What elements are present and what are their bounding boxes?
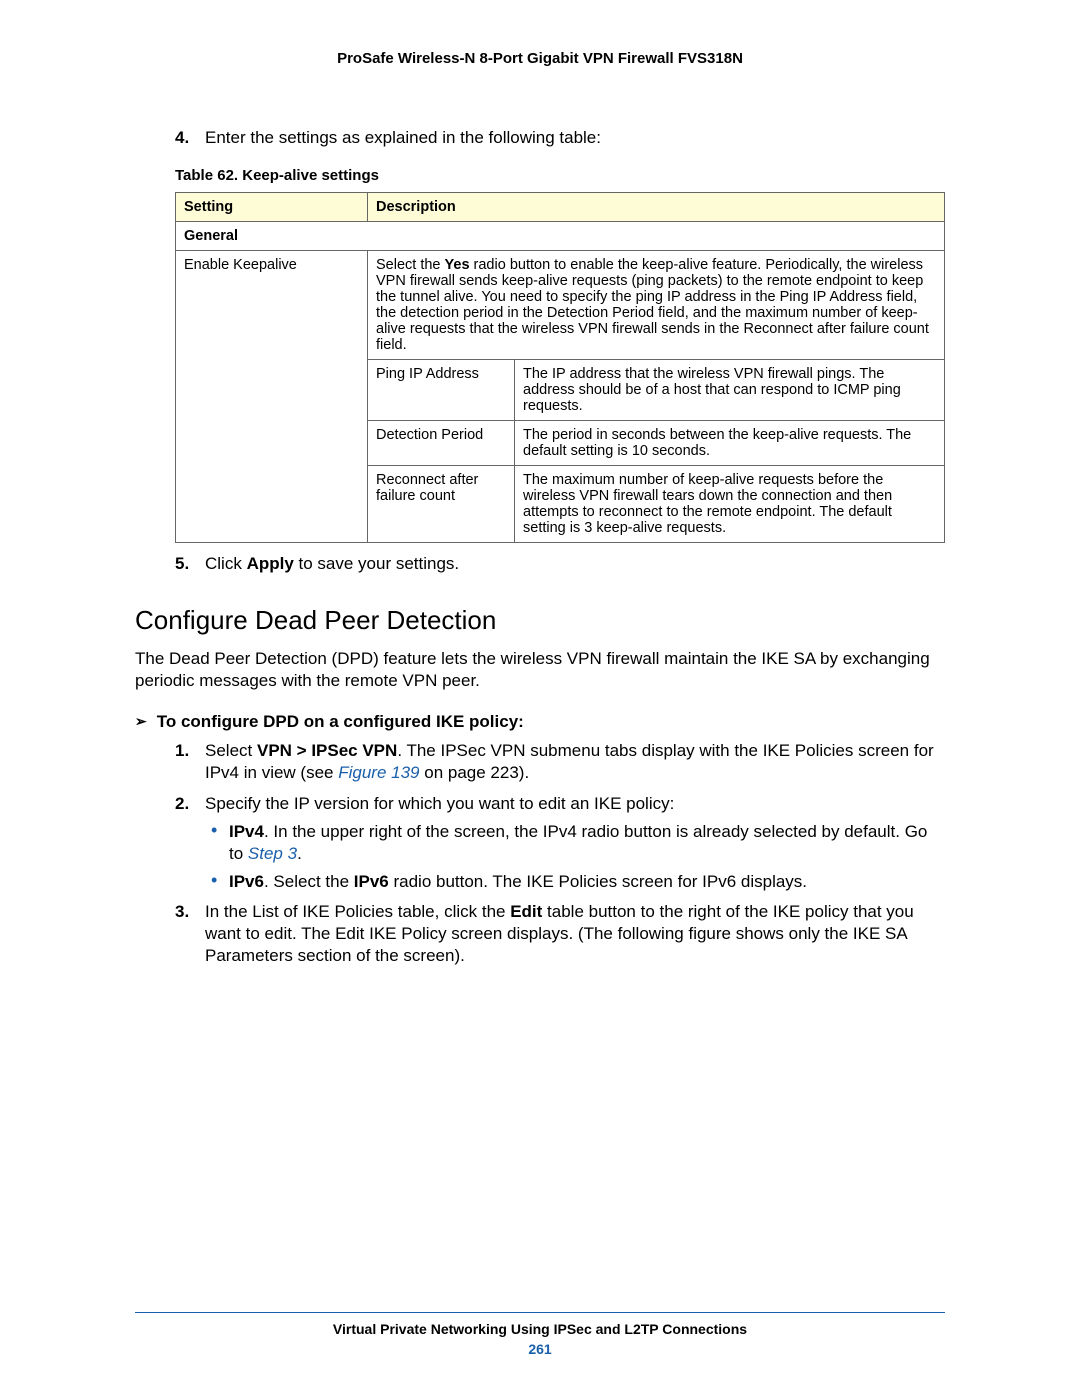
text-fragment: radio button. The IKE Policies screen fo…: [389, 872, 807, 891]
col-description: Description: [368, 193, 945, 222]
text-fragment: on page 223).: [420, 763, 530, 782]
section-heading-dpd: Configure Dead Peer Detection: [135, 605, 945, 636]
proc-step-1: 1. Select VPN > IPSec VPN. The IPSec VPN…: [205, 740, 945, 784]
intro-paragraph: The Dead Peer Detection (DPD) feature le…: [135, 648, 945, 692]
step-number: 5.: [175, 553, 189, 575]
arrow-icon: ➢: [135, 713, 147, 730]
desc-enable-keepalive: Select the Yes radio button to enable th…: [368, 251, 945, 360]
sub-setting-ping-ip: Ping IP Address: [368, 360, 515, 421]
table-section-row: General: [176, 222, 945, 251]
table-caption: Table 62. Keep-alive settings: [175, 167, 945, 184]
step-number: 3.: [175, 901, 189, 923]
procedure-steps-list: 1. Select VPN > IPSec VPN. The IPSec VPN…: [135, 740, 945, 967]
text-fragment: to save your settings.: [294, 554, 459, 573]
table-header-row: Setting Description: [176, 193, 945, 222]
col-setting: Setting: [176, 193, 368, 222]
text-fragment: Select the: [376, 257, 445, 273]
table-row: Enable Keepalive Select the Yes radio bu…: [176, 251, 945, 360]
text-fragment: In the List of IKE Policies table, click…: [205, 902, 510, 921]
text-fragment: Click: [205, 554, 247, 573]
sub-desc-ping-ip: The IP address that the wireless VPN fir…: [515, 360, 945, 421]
text-bold-ipv4: IPv4: [229, 822, 264, 841]
proc-step-3: 3. In the List of IKE Policies table, cl…: [205, 901, 945, 967]
step-text: Specify the IP version for which you wan…: [205, 794, 674, 813]
step-number: 1.: [175, 740, 189, 762]
step-5: 5. Click Apply to save your settings.: [205, 553, 945, 575]
text-fragment: . In the upper right of the screen, the …: [229, 822, 927, 863]
step-text: Enter the settings as explained in the f…: [205, 128, 601, 147]
menu-path: VPN > IPSec VPN: [257, 741, 397, 760]
bullet-ipv4: IPv4. In the upper right of the screen, …: [229, 821, 945, 865]
document-page: ProSafe Wireless-N 8-Port Gigabit VPN Fi…: [0, 0, 1080, 1397]
sub-desc-detection-period: The period in seconds between the keep-a…: [515, 421, 945, 466]
footer-chapter-title: Virtual Private Networking Using IPSec a…: [135, 1321, 945, 1337]
step-4: 4. Enter the settings as explained in th…: [205, 127, 945, 149]
text-bold-ipv6-2: IPv6: [354, 872, 389, 891]
figure-link[interactable]: Figure 139: [338, 763, 419, 782]
footer-page-number: 261: [135, 1341, 945, 1357]
sub-setting-detection-period: Detection Period: [368, 421, 515, 466]
keepalive-settings-table: Setting Description General Enable Keepa…: [175, 192, 945, 543]
sub-setting-reconnect: Reconnect after failure count: [368, 466, 515, 543]
text-bold-yes: Yes: [445, 257, 470, 273]
step-link[interactable]: Step 3: [248, 844, 297, 863]
sub-desc-reconnect: The maximum number of keep-alive request…: [515, 466, 945, 543]
step-number: 2.: [175, 793, 189, 815]
text-bold-edit: Edit: [510, 902, 542, 921]
document-header-title: ProSafe Wireless-N 8-Port Gigabit VPN Fi…: [135, 50, 945, 67]
main-steps-list-cont: 5. Click Apply to save your settings.: [135, 553, 945, 575]
step-number: 4.: [175, 127, 189, 149]
text-fragment: . Select the: [264, 872, 354, 891]
text-fragment: .: [297, 844, 302, 863]
main-steps-list: 4. Enter the settings as explained in th…: [135, 127, 945, 149]
proc-step-2: 2. Specify the IP version for which you …: [205, 793, 945, 893]
text-bold-apply: Apply: [247, 554, 294, 573]
bullet-ipv6: IPv6. Select the IPv6 radio button. The …: [229, 871, 945, 893]
page-footer: Virtual Private Networking Using IPSec a…: [135, 1304, 945, 1357]
procedure-title: To configure DPD on a configured IKE pol…: [157, 712, 524, 731]
text-bold-ipv6: IPv6: [229, 872, 264, 891]
procedure-heading: ➢ To configure DPD on a configured IKE po…: [135, 712, 945, 732]
section-general: General: [176, 222, 945, 251]
footer-rule: [135, 1312, 945, 1313]
text-fragment: Select: [205, 741, 257, 760]
bullet-list: IPv4. In the upper right of the screen, …: [205, 821, 945, 893]
setting-enable-keepalive: Enable Keepalive: [176, 251, 368, 543]
